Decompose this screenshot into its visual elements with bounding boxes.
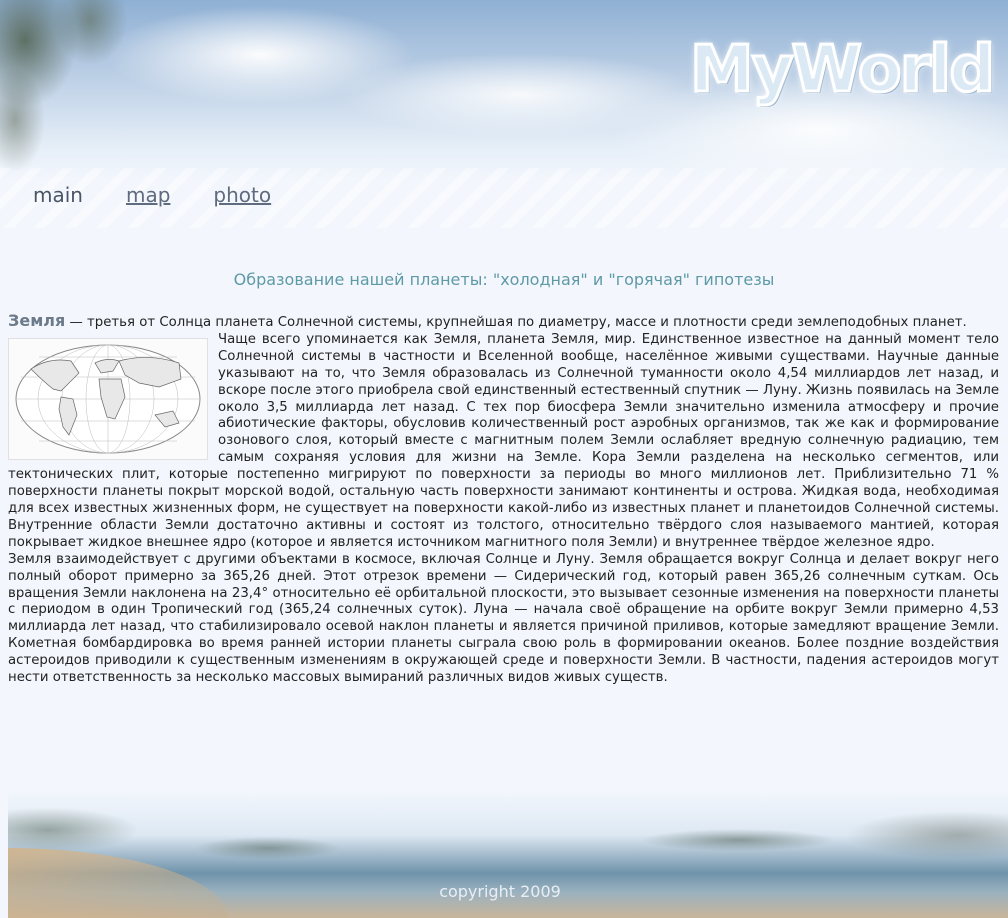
world-map-image [8, 337, 208, 460]
article-title: Образование нашей планеты: "холодная" и … [233, 270, 775, 289]
header-banner: MyWorld [0, 0, 1008, 180]
article-body: Земля — третья от Солнца планета Солнечн… [8, 311, 999, 687]
nav-link-main[interactable]: main [33, 183, 83, 211]
lead-term: Земля [8, 311, 66, 330]
world-map-icon [15, 344, 201, 454]
copyright-text: copyright 2009 [439, 882, 561, 901]
nav-link-map[interactable]: map [126, 183, 170, 211]
paragraph-2: Чаще всего упоминается как Земля, планет… [8, 332, 999, 552]
paragraph-3: Земля взаимодействует с другими объектам… [8, 551, 999, 686]
lead-paragraph: Земля — третья от Солнца планета Солнечн… [8, 311, 999, 332]
site-logo[interactable]: MyWorld [689, 30, 997, 110]
tree-silhouette [0, 0, 130, 170]
main-nav: main map photo [33, 183, 314, 211]
nav-link-photo[interactable]: photo [213, 183, 271, 211]
lead-text: — третья от Солнца планета Солнечной сис… [65, 315, 967, 330]
